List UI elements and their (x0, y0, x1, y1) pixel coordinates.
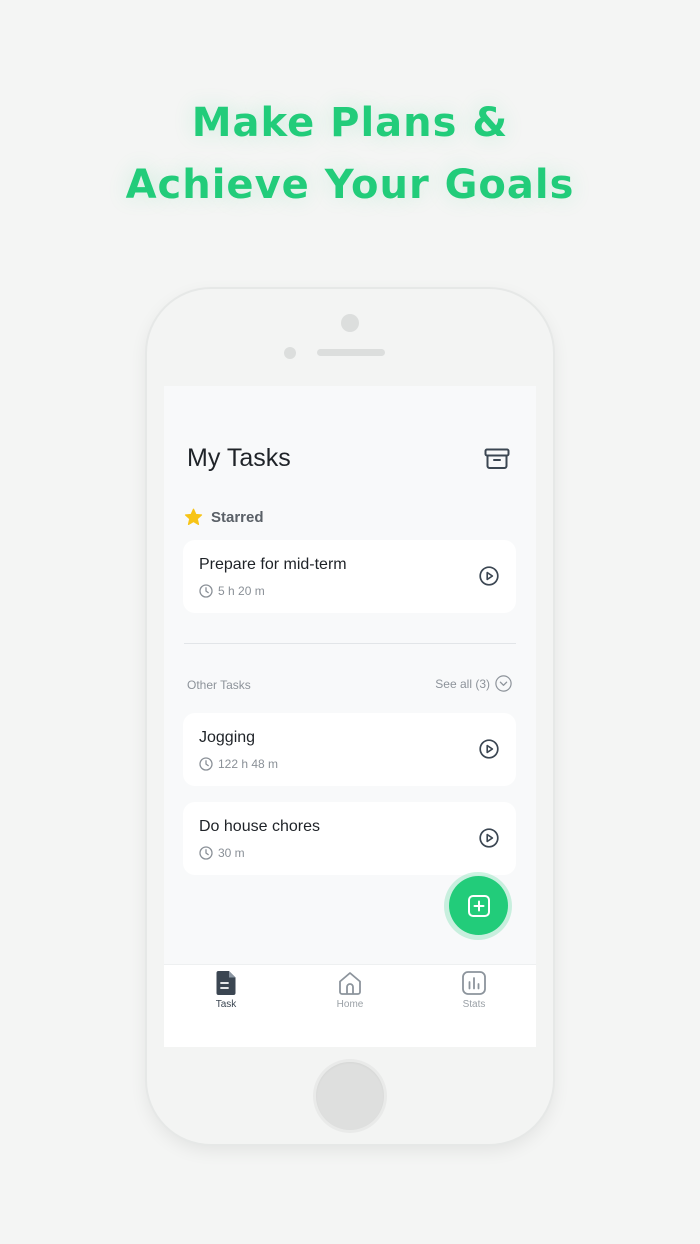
task-duration-text: 5 h 20 m (218, 584, 265, 598)
tab-stats-label: Stats (462, 999, 486, 1010)
bar-chart-icon (462, 971, 486, 995)
task-name: Jogging (199, 729, 256, 746)
star-icon (184, 508, 203, 526)
play-icon[interactable] (479, 828, 499, 848)
phone-home-button (316, 1062, 384, 1130)
section-divider (184, 643, 516, 644)
task-duration: 122 h 48 m (199, 757, 278, 771)
task-duration: 30 m (199, 846, 245, 860)
task-card-house-chores[interactable]: Do house chores 30 m (183, 802, 516, 875)
promo-line-2: Achieve Your Goals (125, 162, 575, 208)
play-icon[interactable] (479, 739, 499, 759)
clock-icon (199, 846, 213, 860)
earpiece-speaker (317, 349, 385, 356)
clock-icon (199, 584, 213, 598)
plus-square-icon (467, 894, 490, 917)
starred-label: Starred (211, 508, 264, 526)
tab-task-label: Task (215, 999, 237, 1010)
tab-stats[interactable]: Stats (424, 970, 524, 1010)
app-screen: My Tasks Starred Prepare for mid-term 5 … (164, 386, 536, 1047)
page-title: My Tasks (187, 444, 291, 472)
other-tasks-label: Other Tasks (187, 678, 251, 692)
task-name: Do house chores (199, 818, 320, 835)
task-name: Prepare for mid-term (199, 556, 347, 573)
add-task-button[interactable] (449, 876, 508, 935)
home-icon (339, 972, 361, 995)
task-card-jogging[interactable]: Jogging 122 h 48 m (183, 713, 516, 786)
promo-headline: Make Plans & Achieve Your Goals (0, 92, 700, 216)
tab-home[interactable]: Home (300, 970, 400, 1010)
proximity-sensor (284, 347, 296, 359)
chevron-down-icon (495, 675, 512, 692)
play-icon[interactable] (479, 566, 499, 586)
phone-mockup: My Tasks Starred Prepare for mid-term 5 … (147, 289, 553, 1144)
see-all-button[interactable]: See all (3) (435, 675, 512, 692)
task-duration-text: 122 h 48 m (218, 757, 279, 771)
clock-icon (199, 757, 213, 771)
task-card-prepare-mid-term[interactable]: Prepare for mid-term 5 h 20 m (183, 540, 516, 613)
task-duration-text: 30 m (218, 846, 245, 860)
bottom-tab-bar: Task Home Stats (164, 964, 536, 1047)
tab-home-label: Home (336, 999, 364, 1010)
starred-section-header: Starred (184, 506, 264, 528)
archive-icon[interactable] (484, 448, 510, 470)
front-camera (341, 314, 359, 332)
task-duration: 5 h 20 m (199, 584, 265, 598)
document-icon (216, 971, 236, 995)
tab-task[interactable]: Task (176, 970, 276, 1010)
see-all-label: See all (3) (435, 676, 490, 691)
promo-line-1: Make Plans & (191, 100, 509, 146)
